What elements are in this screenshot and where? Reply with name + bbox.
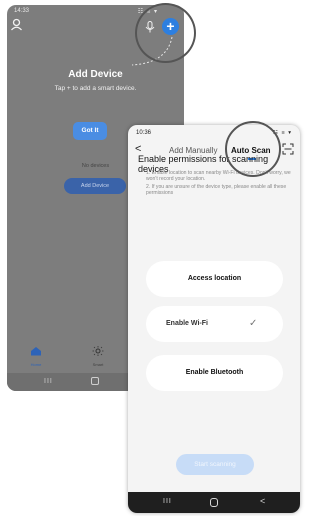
tab-home-label: Home [30,362,42,367]
status-time: 14:33 [14,8,30,14]
tab-smart-label: Smart [92,362,104,367]
tab-home[interactable]: Home [21,343,51,367]
check-icon: ✓ [249,318,258,329]
user-icon[interactable] [10,18,23,31]
enable-bluetooth-button[interactable]: Enable Bluetooth [146,355,283,391]
start-scanning-button[interactable]: Start scanning [176,454,254,475]
recent-apps-button[interactable]: III [44,378,53,385]
home-nav-button[interactable] [210,498,218,507]
enable-wifi-label: Enable Wi-Fi [166,320,208,327]
home-icon [31,347,41,356]
permission-note-1: 1. Enable location to scan nearby Wi-Fi … [146,170,291,182]
status-time: 10:36 [136,130,152,136]
permission-note-2: 2. If you are unsure of the device type,… [146,184,287,196]
sun-icon [92,346,104,356]
add-device-subtitle: Tap + to add a smart device. [54,85,137,92]
highlight-circle-auto-scan [225,121,281,177]
highlight-circle-plus [135,3,196,63]
tab-smart[interactable]: Smart [83,343,113,367]
permissions-screen: 10:36 ☷ ≡ ▾ < Add Manually Auto Scan Ena… [128,125,300,513]
enable-wifi-button[interactable]: Enable Wi-Fi ✓ [146,306,283,342]
system-nav-bar: III < [128,492,300,513]
enable-bluetooth-label: Enable Bluetooth [185,369,244,376]
add-device-button[interactable]: Add Device [64,178,126,194]
got-it-button[interactable]: Got It [73,122,107,140]
access-location-button[interactable]: Access location [146,261,283,297]
home-nav-button[interactable] [91,377,99,385]
access-location-label: Access location [187,275,242,282]
recent-apps-button[interactable]: III [163,498,172,505]
back-nav-button[interactable]: < [260,496,265,506]
add-device-title: Add Device [68,69,123,80]
